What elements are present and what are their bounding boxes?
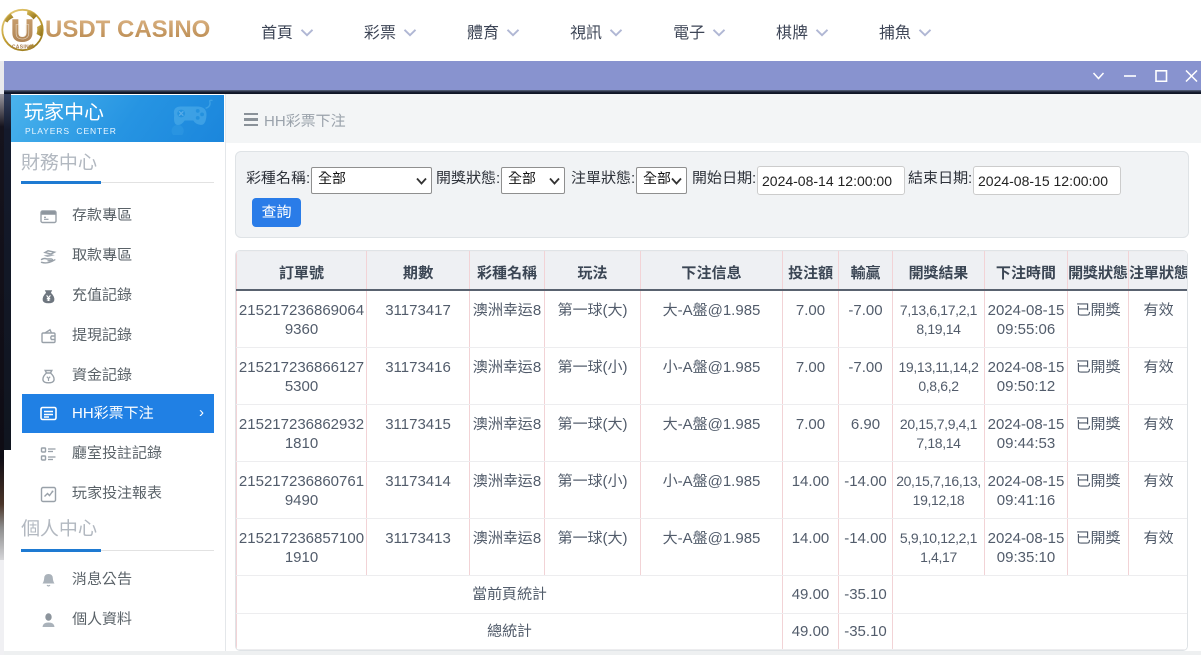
svg-text:U: U (15, 21, 30, 44)
svg-text:CASINO: CASINO (12, 45, 33, 51)
